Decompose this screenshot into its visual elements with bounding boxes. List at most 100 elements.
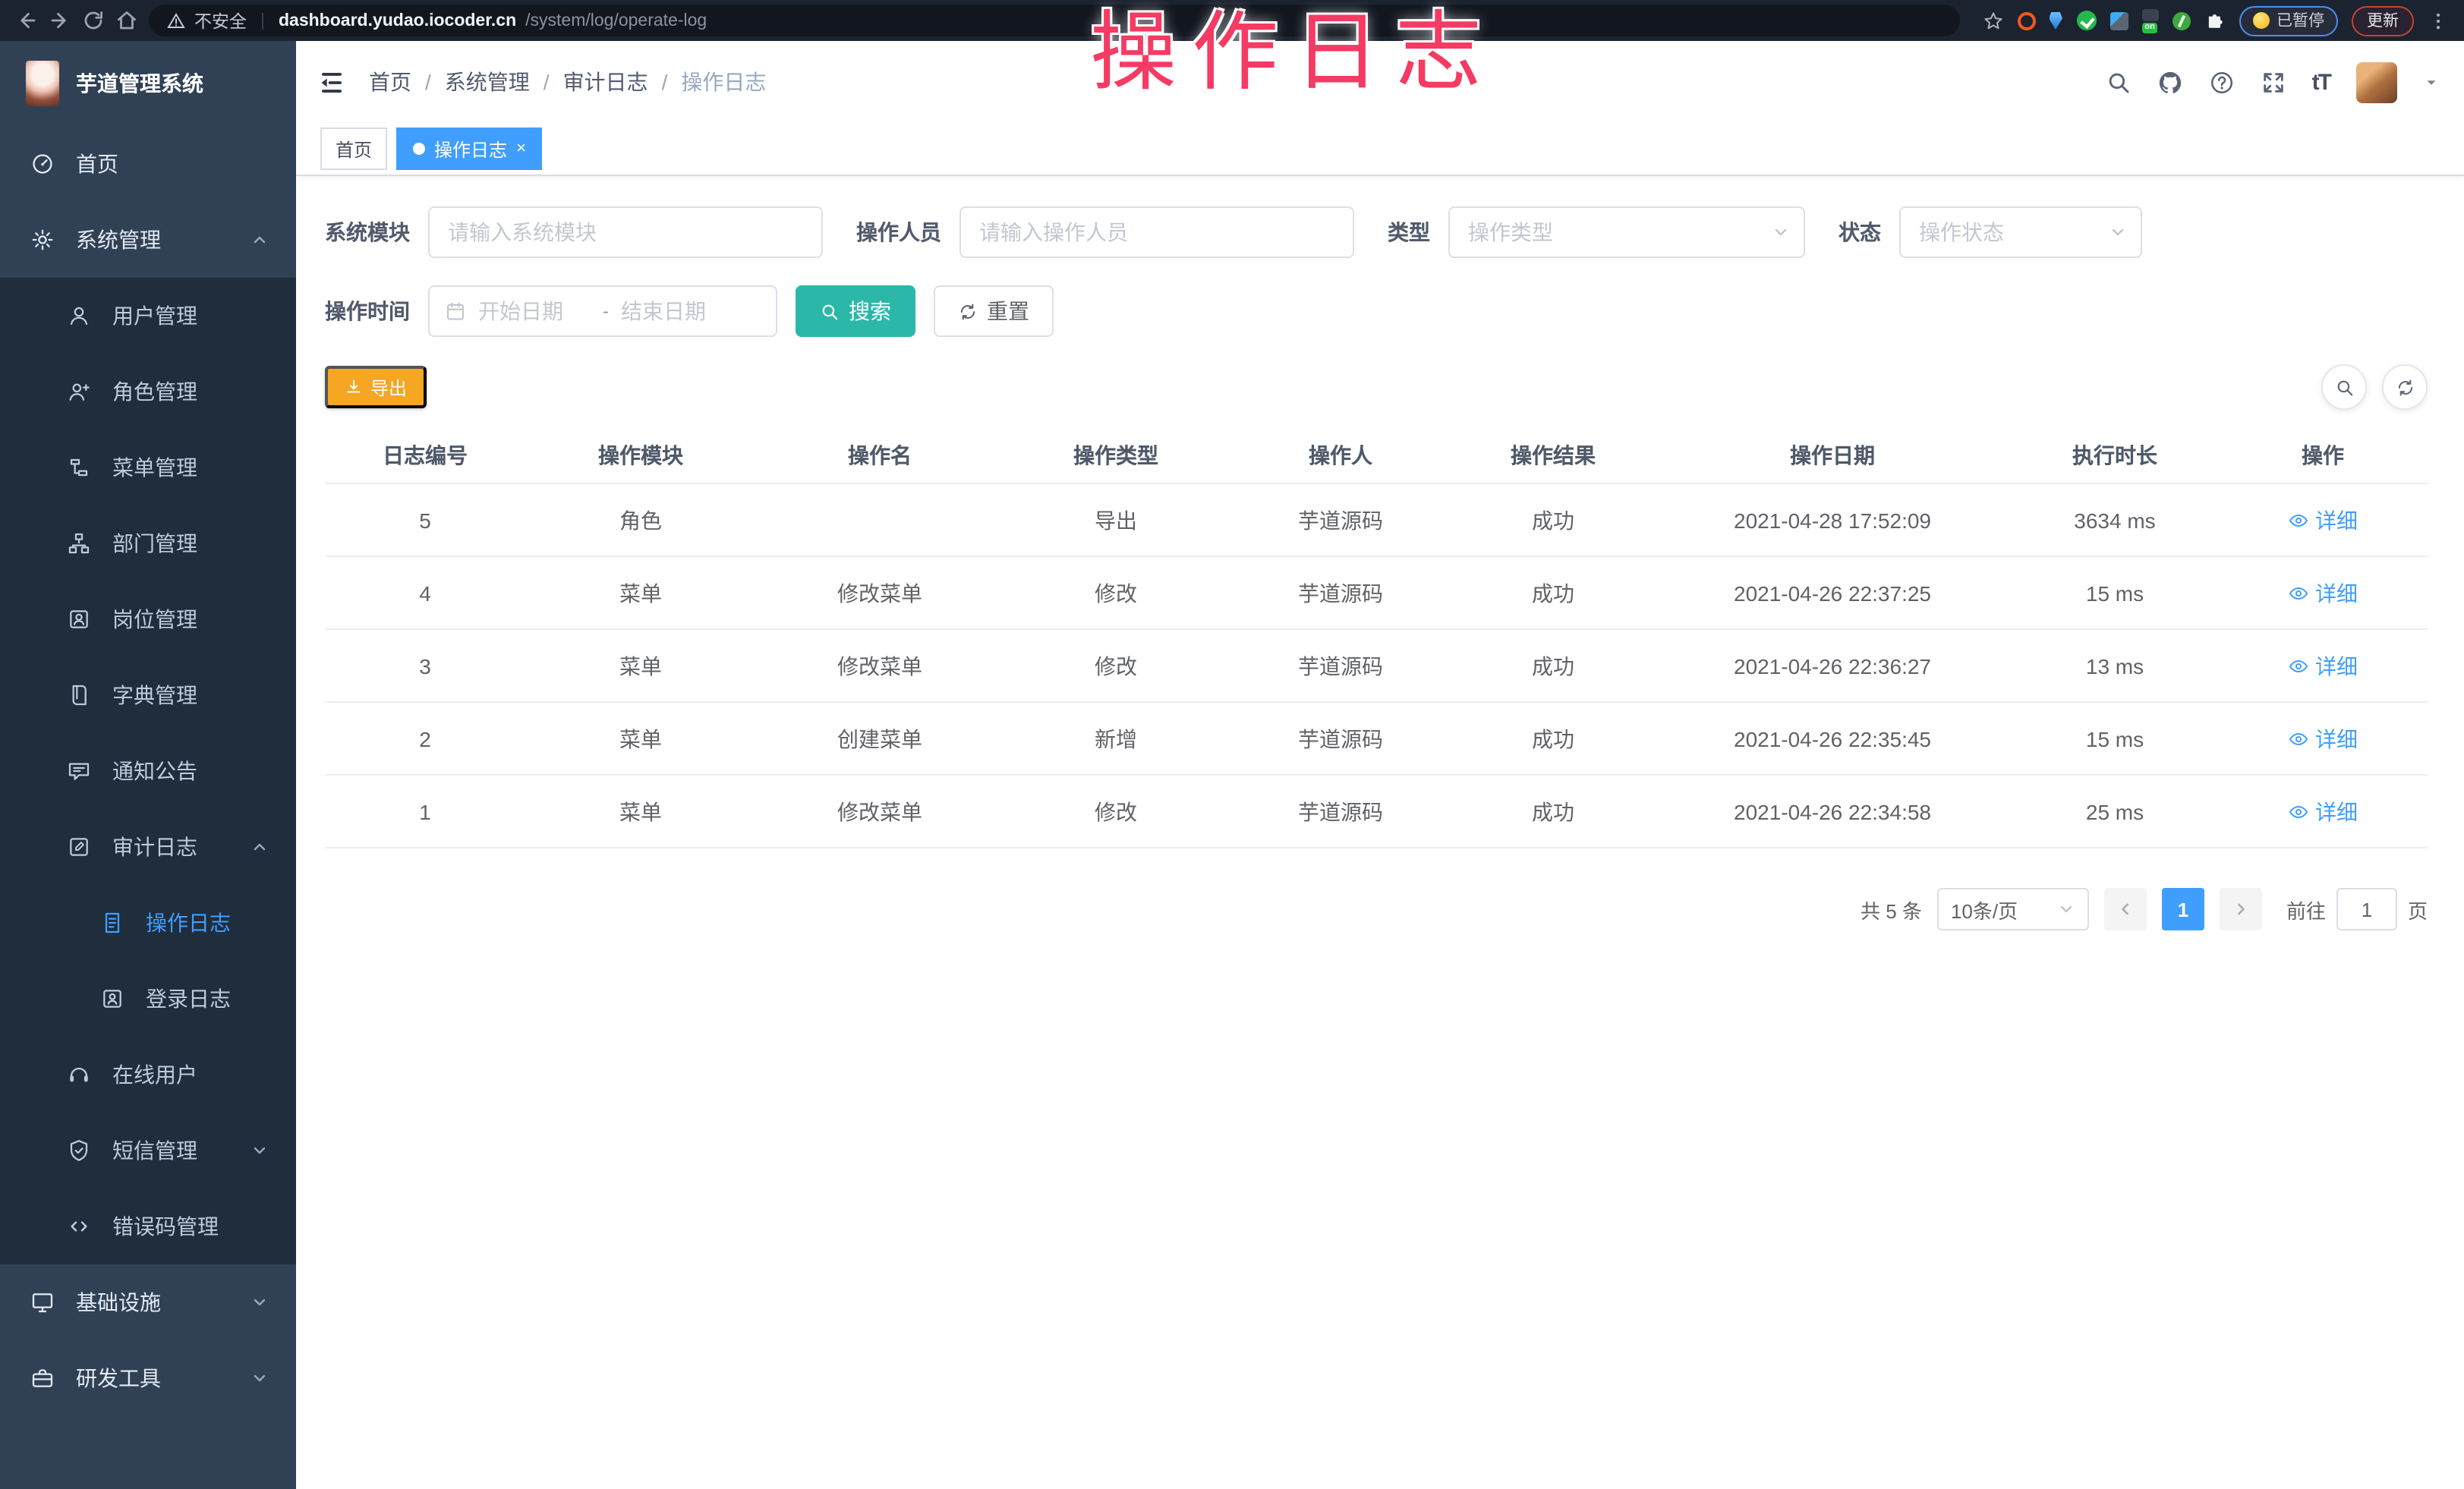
detail-link[interactable]: 详细	[2288, 723, 2358, 754]
toolbar-right	[2321, 364, 2428, 410]
audit-log-icon	[67, 835, 91, 859]
sidebar-item-notice[interactable]: 通知公告	[0, 733, 296, 809]
sidebar-item-role-management[interactable]: 角色管理	[0, 354, 296, 430]
sidebar-item-dept-management[interactable]: 部门管理	[0, 505, 296, 581]
sidebar-item-login-log[interactable]: 登录日志	[0, 961, 296, 1037]
col-date: 操作日期	[1653, 428, 2012, 483]
prev-page-button[interactable]	[2104, 888, 2147, 930]
extension-gem-icon[interactable]	[2110, 11, 2128, 30]
search-icon[interactable]	[2106, 69, 2132, 95]
date-range-separator: -	[603, 301, 609, 322]
browser-back-icon[interactable]	[15, 9, 38, 32]
refresh-table-button[interactable]	[2382, 364, 2428, 410]
sidebar-item-home[interactable]: 首页	[0, 126, 296, 202]
browser-reload-icon[interactable]	[82, 9, 105, 32]
page-number-1[interactable]: 1	[2162, 888, 2204, 930]
sidebar-item-devtools[interactable]: 研发工具	[0, 1340, 296, 1416]
toggle-search-button[interactable]	[2321, 364, 2367, 410]
goto-page: 前往 页	[2286, 888, 2428, 930]
operate-log-icon	[100, 911, 124, 935]
user-avatar[interactable]	[2356, 61, 2397, 102]
login-log-icon	[100, 987, 124, 1011]
github-icon[interactable]	[2157, 69, 2183, 95]
sidebar-item-sms-management[interactable]: 短信管理	[0, 1113, 296, 1188]
col-operator: 操作人	[1228, 428, 1453, 483]
browser-forward-icon[interactable]	[49, 9, 71, 32]
detail-link[interactable]: 详细	[2288, 650, 2358, 681]
page-size-select[interactable]: 10条/页	[1937, 888, 2089, 930]
browser-menu-dots-icon[interactable]	[2428, 10, 2449, 31]
user-icon	[67, 304, 91, 328]
goto-page-input[interactable]	[2336, 888, 2397, 930]
table-row: 4 菜单 修改菜单 修改 芋道源码 成功 2021-04-26 22:37:25…	[325, 556, 2428, 629]
operator-input[interactable]	[961, 208, 1353, 257]
url-host: dashboard.yudao.iocoder.cn	[279, 11, 516, 30]
tag-home[interactable]: 首页	[320, 127, 387, 170]
extension-blue-pin-icon[interactable]	[2049, 11, 2062, 30]
avatar-caret-down-icon[interactable]	[2423, 74, 2440, 90]
system-module-input[interactable]	[430, 208, 821, 257]
breadcrumb-system[interactable]: 系统管理	[445, 67, 530, 97]
status-select[interactable]: 操作状态	[1899, 206, 2142, 258]
breadcrumb-home[interactable]: 首页	[369, 67, 411, 97]
sidebar-item-online-users[interactable]: 在线用户	[0, 1037, 296, 1113]
app-logo	[26, 61, 59, 106]
browser-home-icon[interactable]	[115, 9, 138, 32]
table-row: 1 菜单 修改菜单 修改 芋道源码 成功 2021-04-26 22:34:58…	[325, 775, 2428, 848]
search-button[interactable]: 搜索	[796, 285, 915, 337]
help-question-icon[interactable]	[2209, 69, 2235, 95]
extension-orange-ring-icon[interactable]	[2017, 11, 2035, 30]
detail-link[interactable]: 详细	[2288, 578, 2358, 608]
extensions-puzzle-icon[interactable]	[2204, 10, 2225, 31]
detail-link[interactable]: 详细	[2288, 796, 2358, 826]
sidebar-item-operate-log[interactable]: 操作日志	[0, 885, 296, 961]
breadcrumb-audit-log[interactable]: 审计日志	[563, 67, 648, 97]
date-range-picker[interactable]: 开始日期 - 结束日期	[428, 285, 777, 337]
tag-operate-log[interactable]: 操作日志 ×	[396, 127, 543, 170]
col-log-id: 日志编号	[325, 428, 525, 483]
tags-view-bar: 首页 操作日志 ×	[296, 123, 2464, 176]
table-row: 3 菜单 修改菜单 修改 芋道源码 成功 2021-04-26 22:36:27…	[325, 629, 2428, 702]
sidebar-item-user-management[interactable]: 用户管理	[0, 278, 296, 354]
active-tag-dot	[413, 143, 425, 155]
refresh-icon	[958, 301, 978, 321]
bookmark-star-icon[interactable]	[1982, 10, 2003, 31]
browser-update-button[interactable]: 更新	[2352, 5, 2414, 36]
extension-switch-icon[interactable]: on	[2141, 8, 2158, 33]
infrastructure-icon	[30, 1290, 55, 1314]
filter-row-1: 系统模块 操作人员 类型 操作类型	[325, 206, 2428, 258]
sidebar-item-dict-management[interactable]: 字典管理	[0, 657, 296, 733]
sidebar-item-system-management[interactable]: 系统管理	[0, 202, 296, 278]
sidebar-item-error-code[interactable]: 错误码管理	[0, 1188, 296, 1264]
export-button[interactable]: 导出	[325, 366, 427, 408]
detail-link[interactable]: 详细	[2288, 505, 2358, 535]
extension-green-leaf-icon[interactable]	[2172, 11, 2190, 30]
fullscreen-icon[interactable]	[2261, 69, 2286, 95]
next-page-button[interactable]	[2220, 888, 2262, 930]
search-icon	[2334, 377, 2354, 397]
font-size-icon[interactable]: tT	[2312, 69, 2330, 95]
sidebar-item-infrastructure[interactable]: 基础设施	[0, 1264, 296, 1340]
table-row: 5 角色 导出 芋道源码 成功 2021-04-28 17:52:09 3634…	[325, 483, 2428, 556]
type-select-placeholder: 操作类型	[1468, 217, 1553, 247]
start-date-placeholder: 开始日期	[478, 296, 591, 326]
sidebar-logo-row[interactable]: 芋道管理系统	[0, 41, 296, 126]
sidebar-collapse-icon[interactable]	[317, 68, 346, 96]
refresh-icon	[2395, 377, 2415, 397]
extension-green-check-icon[interactable]	[2076, 11, 2096, 30]
reset-button[interactable]: 重置	[934, 285, 1054, 337]
calendar-icon	[445, 301, 466, 322]
sidebar-item-audit-log[interactable]: 审计日志	[0, 809, 296, 885]
filter-type: 类型 操作类型	[1388, 206, 1805, 258]
system-module-field	[428, 206, 823, 258]
sidebar-submenu-system: 用户管理 角色管理 菜单管理 部门管理 岗位管理	[0, 278, 296, 1264]
eye-icon	[2288, 582, 2309, 603]
sidebar-item-menu-management[interactable]: 菜单管理	[0, 430, 296, 505]
sidebar-item-post-management[interactable]: 岗位管理	[0, 581, 296, 657]
profile-paused-pill[interactable]: 已暂停	[2239, 5, 2338, 36]
tag-close-icon[interactable]: ×	[516, 140, 526, 157]
url-bar[interactable]: 不安全 | dashboard.yudao.iocoder.cn/system/…	[149, 5, 1959, 36]
filter-operator: 操作人员	[856, 206, 1354, 258]
type-select[interactable]: 操作类型	[1448, 206, 1805, 258]
operator-field	[959, 206, 1354, 258]
